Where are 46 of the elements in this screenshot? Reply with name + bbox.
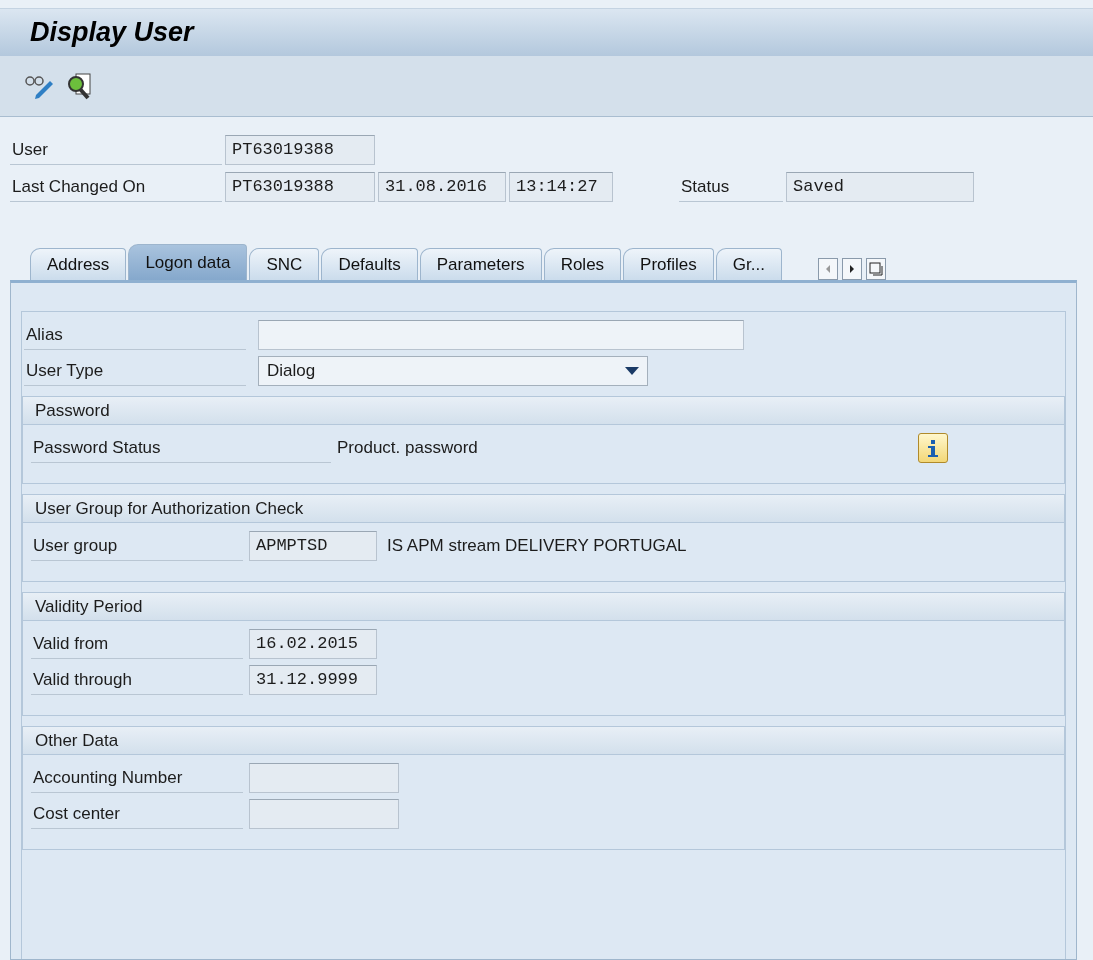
field-value: Product. password xyxy=(337,438,478,458)
time-field[interactable]: 13:14:27 xyxy=(509,172,613,202)
input-field[interactable]: 16.02.2015 xyxy=(249,629,377,659)
input-field[interactable] xyxy=(249,799,399,829)
info-button[interactable] xyxy=(918,433,948,463)
alias-field[interactable] xyxy=(258,320,744,350)
group-title: Other Data xyxy=(23,727,1064,755)
date-field[interactable]: 31.08.2016 xyxy=(378,172,506,202)
field-label: Valid through xyxy=(31,665,243,695)
tab[interactable]: Gr... xyxy=(715,248,782,280)
field-label: User Type xyxy=(24,356,246,386)
input-field[interactable]: 31.12.9999 xyxy=(249,665,377,695)
input-field[interactable] xyxy=(249,763,399,793)
group-title: Validity Period xyxy=(23,593,1064,621)
group-title: Password xyxy=(23,397,1064,425)
scroll-right-button[interactable] xyxy=(841,258,862,280)
magnifier-document-icon[interactable] xyxy=(66,72,94,100)
user-type-dropdown[interactable]: Dialog xyxy=(258,356,648,386)
dropdown-arrow-icon xyxy=(625,367,639,375)
info-icon xyxy=(925,438,941,458)
field-label: Status xyxy=(679,172,783,202)
glasses-pencil-icon[interactable] xyxy=(24,73,54,99)
user-field[interactable]: PT63019388 xyxy=(225,135,375,165)
tab[interactable]: Profiles xyxy=(623,248,714,280)
tab[interactable]: Address xyxy=(30,248,127,280)
status-field[interactable]: Saved xyxy=(786,172,974,202)
windows-icon xyxy=(868,262,883,276)
tab[interactable]: Parameters xyxy=(419,248,542,280)
group-title: User Group for Authorization Check xyxy=(23,495,1064,523)
tab[interactable]: SNC xyxy=(249,248,320,280)
tab[interactable]: Roles xyxy=(543,248,622,280)
field-label: Accounting Number xyxy=(31,763,243,793)
input-field[interactable]: APMPTSD xyxy=(249,531,377,561)
tab[interactable]: Logon data xyxy=(128,244,248,280)
field-note: IS APM stream DELIVERY PORTUGAL xyxy=(387,536,687,556)
tab[interactable]: Defaults xyxy=(321,248,418,280)
field-label: Cost center xyxy=(31,799,243,829)
field-label: User xyxy=(10,135,222,165)
field-label: Alias xyxy=(24,320,246,350)
field-label: Password Status xyxy=(31,433,331,463)
field-label: User group xyxy=(31,531,243,561)
changed-by-field[interactable]: PT63019388 xyxy=(225,172,375,202)
field-label: Last Changed On xyxy=(10,172,222,202)
field-label: Valid from xyxy=(31,629,243,659)
right-arrow-icon xyxy=(847,264,856,274)
window-title: Display User xyxy=(30,17,194,48)
